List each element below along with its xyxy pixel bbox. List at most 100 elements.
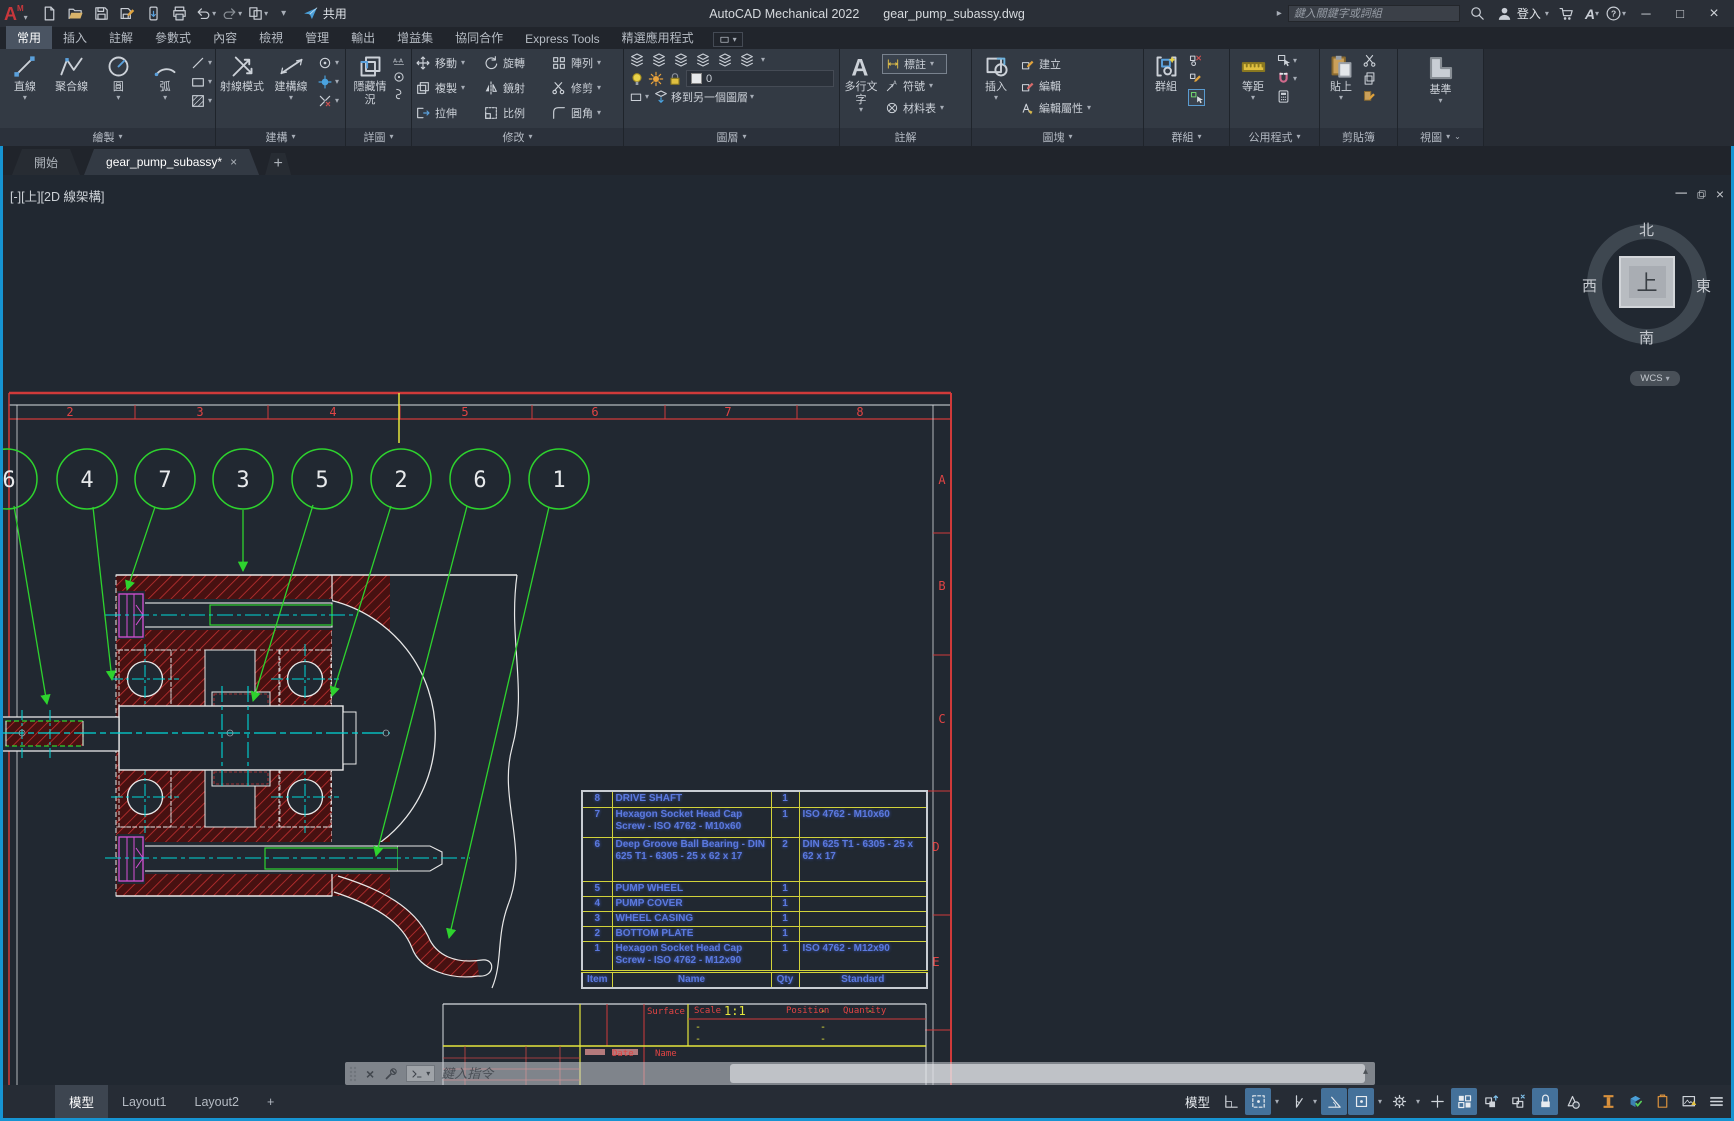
fillet-button[interactable]: 圓角▾ bbox=[551, 101, 625, 125]
erase-construction-button[interactable]: ▾ bbox=[317, 93, 339, 109]
open-from-mobile-button[interactable] bbox=[142, 3, 166, 25]
lock-ui-button[interactable] bbox=[1532, 1088, 1558, 1115]
command-grip-handle[interactable] bbox=[345, 1062, 361, 1085]
bom-button[interactable]: 材料表▾ bbox=[882, 98, 947, 118]
scale-button[interactable]: 比例 bbox=[483, 101, 549, 125]
panel-title-construction[interactable]: 建構▾ bbox=[216, 128, 345, 146]
command-prompt-icon[interactable]: ▾ bbox=[406, 1065, 435, 1082]
undo-button[interactable]: ▾ bbox=[194, 3, 218, 25]
layer-select-combo[interactable]: 0 bbox=[686, 70, 834, 87]
line-button[interactable]: 直線▾ bbox=[3, 51, 47, 126]
viewcube-south[interactable]: 南 bbox=[1639, 327, 1654, 348]
panel-title-view[interactable]: 視圖▾⌄ bbox=[1398, 128, 1483, 146]
layer-isolate-button[interactable] bbox=[717, 52, 733, 68]
rectangle-button[interactable]: ▾ bbox=[190, 74, 212, 90]
command-input-strip[interactable] bbox=[730, 1064, 1365, 1083]
model-tab[interactable]: 模型 bbox=[55, 1085, 108, 1118]
layout1-tab[interactable]: Layout1 bbox=[108, 1085, 180, 1118]
copy-button[interactable]: 複製▾ bbox=[415, 76, 481, 100]
array-button[interactable]: 陣列▾ bbox=[551, 51, 625, 75]
layout2-tab[interactable]: Layout2 bbox=[181, 1085, 253, 1118]
panel-title-detail[interactable]: 詳圖▾ bbox=[346, 128, 411, 146]
detail-circle-button[interactable] bbox=[392, 70, 406, 84]
panel-title-block[interactable]: 圖塊▾ bbox=[972, 128, 1143, 146]
minimize-button[interactable]: ─ bbox=[1632, 3, 1660, 25]
command-input[interactable] bbox=[441, 1066, 681, 1081]
circle-button[interactable]: 圓▾ bbox=[97, 51, 141, 126]
group-edit-button[interactable] bbox=[1188, 71, 1205, 86]
add-layout-button[interactable]: + bbox=[253, 1085, 288, 1118]
search-icon[interactable] bbox=[1466, 3, 1490, 25]
ribbon-tab-parametric[interactable]: 參數式 bbox=[144, 26, 202, 49]
save-as-button[interactable] bbox=[116, 3, 140, 25]
command-history-icon[interactable]: ▴ bbox=[1363, 1066, 1368, 1077]
ribbon-tab-manage[interactable]: 管理 bbox=[294, 26, 340, 49]
workspace-button[interactable] bbox=[1451, 1088, 1477, 1115]
doc-restore-icon[interactable] bbox=[1696, 189, 1707, 200]
edit-attributes-button[interactable]: 編輯屬性▾ bbox=[1020, 98, 1091, 118]
crosshair-button[interactable] bbox=[1424, 1088, 1450, 1115]
mtext-button[interactable]: 多行文字▾ bbox=[843, 51, 879, 126]
open-file-button[interactable] bbox=[64, 3, 88, 25]
construction-lines-button[interactable]: 建構線▾ bbox=[268, 51, 314, 126]
paste-special-button[interactable] bbox=[1362, 89, 1377, 104]
dimension-button[interactable]: 標註▾ bbox=[882, 54, 947, 74]
drawing-canvas[interactable]: 2 3 4 5 6 7 8 A bbox=[0, 175, 1734, 1085]
symbol-button[interactable]: 符號▾ bbox=[882, 76, 947, 96]
wcs-selector[interactable]: WCS▾ bbox=[1630, 371, 1680, 386]
annotation-add-scale-button[interactable] bbox=[1505, 1088, 1531, 1115]
base-view-button[interactable]: 基準▾ bbox=[1419, 51, 1463, 126]
autocad-logo[interactable]: A M ▾ bbox=[0, 4, 34, 24]
doc-close-icon[interactable]: × bbox=[1716, 186, 1724, 202]
autodesk-apps-button[interactable]: A▾ bbox=[1585, 3, 1599, 25]
construction-line-button[interactable]: ▾ bbox=[190, 55, 212, 71]
search-collapse-icon[interactable]: ▸ bbox=[1277, 9, 1282, 19]
measure-button[interactable]: 等距▾ bbox=[1233, 51, 1273, 126]
ungroup-button[interactable] bbox=[1188, 53, 1205, 68]
model-space-button[interactable]: 模型 bbox=[1178, 1088, 1217, 1115]
viewcube-north[interactable]: 北 bbox=[1639, 219, 1654, 240]
create-block-button[interactable]: 建立 bbox=[1020, 54, 1091, 74]
paste-button[interactable]: 貼上▾ bbox=[1323, 51, 1359, 126]
polyline-button[interactable]: 聚合線 bbox=[50, 51, 94, 126]
redo-button[interactable]: ▾ bbox=[220, 3, 244, 25]
balloons[interactable]: 6 4 7 3 5 2 6 1 bbox=[0, 449, 589, 509]
hatch-button[interactable]: ▾ bbox=[190, 93, 212, 109]
arc-button[interactable]: 弧▾ bbox=[143, 51, 187, 126]
new-drawing-tab-button[interactable]: + bbox=[265, 153, 291, 175]
ribbon-tab-addins[interactable]: 增益集 bbox=[386, 26, 444, 49]
close-tab-icon[interactable]: × bbox=[230, 155, 237, 169]
centerline-cross-button[interactable]: ▾ bbox=[317, 55, 339, 71]
ribbon-tab-output[interactable]: 輸出 bbox=[340, 26, 386, 49]
auto-construction-button[interactable]: ▾ bbox=[317, 74, 339, 90]
ray-mode-button[interactable]: 射線模式 bbox=[219, 51, 265, 126]
panel-title-draw[interactable]: 繪製▾ bbox=[0, 128, 215, 146]
viewport-controls-label[interactable]: [-][上][2D 線架構] bbox=[10, 186, 104, 205]
ribbon-tab-express-tools[interactable]: Express Tools bbox=[514, 29, 610, 49]
layer-properties-button[interactable] bbox=[629, 52, 645, 68]
help-search-input[interactable] bbox=[1288, 5, 1460, 22]
snap-magnet-button[interactable]: ▾ bbox=[1276, 71, 1297, 86]
help-button[interactable]: ▾ bbox=[1605, 3, 1626, 25]
ribbon-tab-view[interactable]: 檢視 bbox=[248, 26, 294, 49]
annotation-scale-button[interactable] bbox=[1478, 1088, 1504, 1115]
save-button[interactable] bbox=[90, 3, 114, 25]
polar-caret[interactable]: ▾ bbox=[1310, 1088, 1320, 1115]
drawing-tab[interactable]: gear_pump_subassy* × bbox=[84, 149, 259, 175]
gear-pump-assembly[interactable] bbox=[0, 575, 518, 988]
command-close-icon[interactable]: × bbox=[361, 1062, 379, 1085]
doc-minimize-icon[interactable]: ─ bbox=[1675, 185, 1686, 203]
osnap-caret[interactable]: ▾ bbox=[1375, 1088, 1385, 1115]
layer-prev-button[interactable] bbox=[695, 52, 711, 68]
grid-display-button[interactable] bbox=[1218, 1088, 1244, 1115]
cut-button[interactable] bbox=[1362, 53, 1377, 68]
layer-match-button[interactable] bbox=[673, 52, 689, 68]
isolate-objects-button[interactable] bbox=[1595, 1088, 1621, 1115]
isodraft-button[interactable] bbox=[1321, 1088, 1347, 1115]
layout-switch-button[interactable]: ▾ bbox=[246, 3, 270, 25]
gear-settings-button[interactable] bbox=[1386, 1088, 1412, 1115]
panel-title-clipboard[interactable]: 剪貼簿 bbox=[1320, 128, 1397, 146]
ribbon-tab-insert[interactable]: 插入 bbox=[52, 26, 98, 49]
panel-title-utilities[interactable]: 公用程式▾ bbox=[1230, 128, 1319, 146]
annotation-monitor-button[interactable] bbox=[1559, 1088, 1585, 1115]
